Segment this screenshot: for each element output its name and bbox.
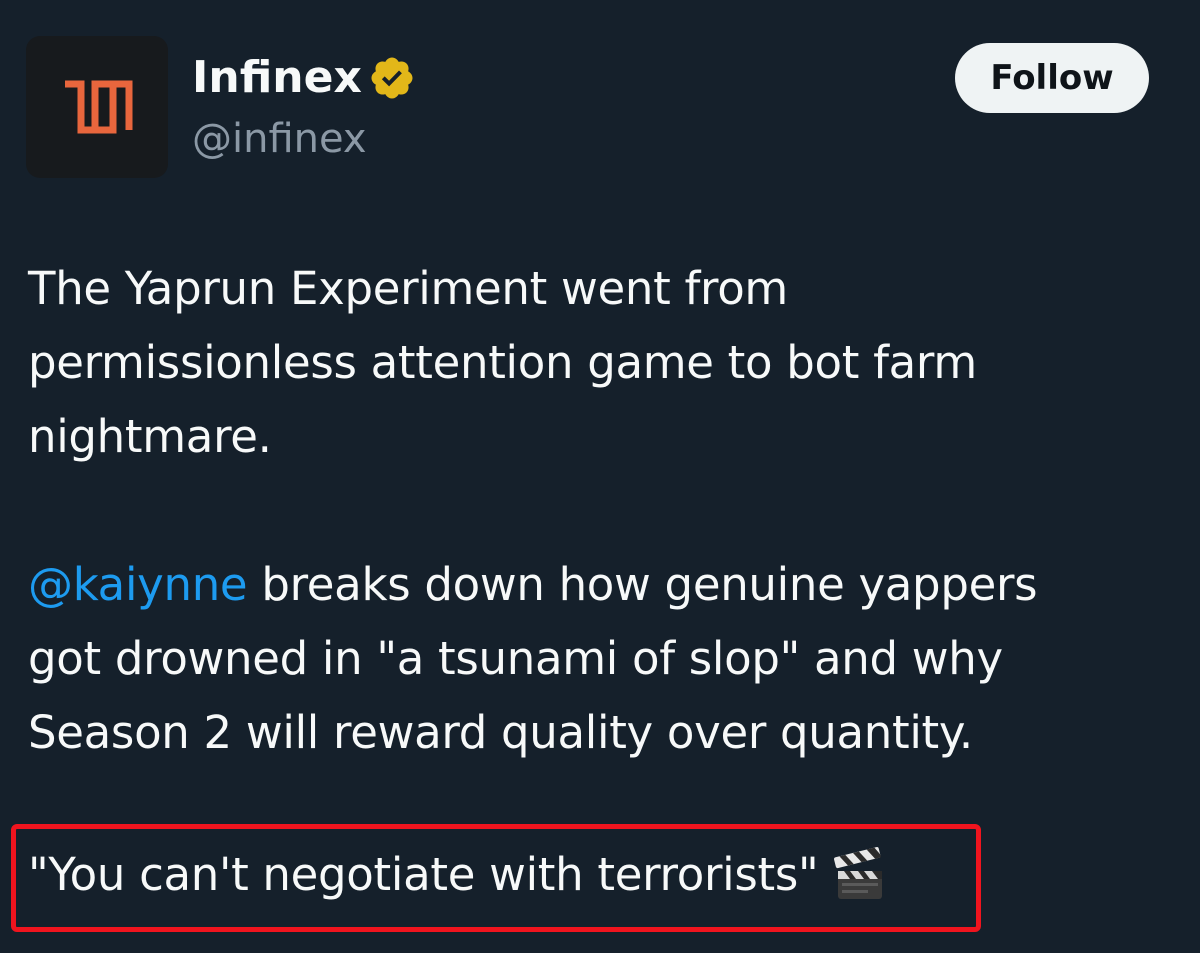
tweet-text: The Yaprun Experiment went from permissi… — [28, 252, 1178, 770]
infinex-logo-icon — [65, 80, 133, 134]
tweet-line: nightmare. — [28, 410, 272, 463]
mention-link[interactable]: @kaiynne — [28, 558, 248, 611]
tweet-line: Season 2 will reward quality over quanti… — [28, 706, 973, 759]
avatar[interactable] — [26, 36, 168, 178]
display-name[interactable]: Infinex — [192, 52, 416, 104]
display-name-text[interactable]: Infinex — [192, 52, 362, 104]
follow-button[interactable]: Follow — [955, 43, 1149, 113]
quote-text: "You can't negotiate with terrorists" — [28, 848, 819, 901]
tweet-line: got drowned in "a tsunami of slop" and w… — [28, 632, 1003, 685]
tweet-line: permissionless attention game to bot far… — [28, 336, 977, 389]
tweet-line-rest: breaks down how genuine yappers — [247, 558, 1038, 611]
quote-line: "You can't negotiate with terrorists" — [28, 838, 888, 912]
verified-badge-icon[interactable] — [368, 54, 416, 102]
handle[interactable]: @infinex — [192, 114, 367, 164]
tweet-line: The Yaprun Experiment went from — [28, 262, 788, 315]
clapper-board-icon — [834, 847, 883, 899]
tweet-line: @kaiynne breaks down how genuine yappers — [28, 548, 1178, 622]
